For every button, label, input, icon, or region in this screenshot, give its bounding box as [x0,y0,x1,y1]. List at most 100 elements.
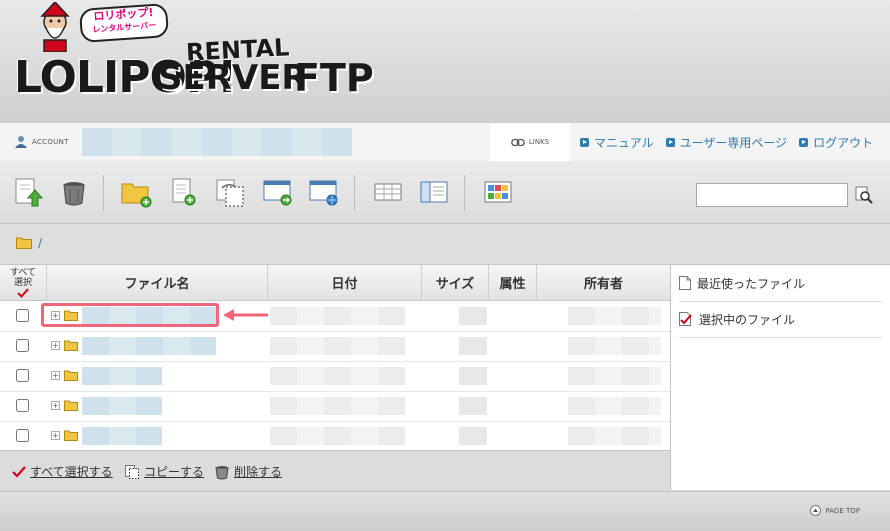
file-owner-redacted [568,397,661,415]
header: ロリポップ! レンタルサーバー LOLIPOP! RENTAL SERVER F… [0,0,890,122]
file-name-redacted[interactable] [82,397,162,415]
expand-icon[interactable]: + [51,401,60,410]
path-root-label: / [38,236,43,250]
web-view-button[interactable] [308,176,340,208]
file-date-redacted [270,397,405,415]
account-label: ACCOUNT [14,135,69,149]
link-chain-icon [511,138,525,146]
search-input[interactable] [696,183,848,207]
web-view-icon [309,180,338,206]
table-row[interactable]: + [0,361,670,392]
file-name-redacted[interactable] [82,337,216,355]
move-button[interactable] [262,176,294,208]
file-owner-redacted [568,367,661,385]
logo-badge: ロリポップ! レンタルサーバー [78,2,170,44]
row-checkbox[interactable] [16,309,29,322]
links-label: LINKS [490,123,570,161]
selected-files-label: 選択中のファイル [699,312,796,327]
new-file-icon [172,178,196,206]
column-header-owner[interactable]: 所有者 [537,265,670,300]
table-row[interactable]: + [0,391,670,422]
check-icon [17,287,29,298]
file-size-redacted [459,337,487,355]
file-name-redacted[interactable] [82,427,162,445]
side-panel: 最近使ったファイル 選択中のファイル [671,265,890,490]
delete-button[interactable] [58,176,90,208]
account-bar: ACCOUNT LINKS マニュアル ユーザー専用ページ ログアウト [0,122,890,162]
logout-link[interactable]: ログアウト [799,134,873,151]
folder-icon [64,370,78,381]
new-file-button[interactable] [168,176,200,208]
recent-files-label: 最近使ったファイル [697,276,806,291]
search-button[interactable] [854,185,874,205]
arrow-left-icon [223,309,268,321]
column-header-size[interactable]: サイズ [422,265,489,300]
column-header-attr[interactable]: 属性 [489,265,537,300]
move-icon [263,180,292,206]
folder-icon [64,340,78,351]
footer: PAGE TOP [0,491,890,531]
check-icon [12,465,26,478]
path-root-link[interactable]: / [16,236,42,250]
user-icon [15,136,27,148]
detail-view-icon [420,181,448,203]
manual-link[interactable]: マニュアル [580,134,654,151]
row-checkbox[interactable] [16,369,29,382]
checked-document-icon [679,312,692,326]
document-icon [679,276,691,290]
upload-button[interactable] [12,176,44,208]
logo-ftp: FTP [294,56,374,100]
file-size-redacted [459,367,487,385]
expand-icon[interactable]: + [51,431,60,440]
copy-button[interactable] [214,176,246,208]
selected-files-item[interactable]: 選択中のファイル [679,301,882,338]
select-all-header-line2: 選択 [13,277,32,288]
new-folder-icon [121,183,152,208]
list-view-button[interactable] [372,176,404,208]
arrow-bullet-icon [799,138,809,147]
thumbnail-view-icon [484,181,512,203]
file-date-redacted [270,427,405,445]
file-name-redacted[interactable] [82,367,162,385]
thumbnail-view-button[interactable] [482,176,514,208]
copy-label: コピーする [144,465,205,479]
column-header-name[interactable]: ファイル名 [47,265,268,300]
expand-icon[interactable]: + [51,341,60,350]
list-view-icon [374,183,402,201]
toolbar-separator [103,175,104,211]
logout-link-label: ログアウト [813,136,874,150]
recent-files-item[interactable]: 最近使ったファイル [679,265,882,302]
delete-link[interactable]: 削除する [214,463,282,480]
toolbar [0,161,890,224]
user-page-link-label: ユーザー専用ページ [679,136,788,150]
folder-icon [16,237,32,249]
up-arrow-icon [810,505,822,516]
manual-link-label: マニュアル [594,136,654,150]
expand-icon[interactable]: + [51,371,60,380]
links-label-text: LINKS [528,138,550,146]
detail-view-button[interactable] [418,176,450,208]
bulk-actions-bar: すべて選択する コピーする 削除する [0,450,670,491]
file-date-redacted [270,337,405,355]
select-all-header[interactable]: すべて 選択 [0,265,47,300]
select-all-link[interactable]: すべて選択する [12,463,113,480]
upload-icon [15,178,44,207]
user-page-link[interactable]: ユーザー専用ページ [665,134,788,151]
file-owner-redacted [568,427,661,445]
row-checkbox[interactable] [16,399,29,412]
row-checkbox[interactable] [16,339,29,352]
row-checkbox[interactable] [16,429,29,442]
file-size-redacted [459,427,487,445]
column-header-date[interactable]: 日付 [268,265,422,300]
search-icon [855,186,873,204]
highlight-box [41,303,219,327]
new-folder-button[interactable] [120,176,152,208]
account-label-text: ACCOUNT [32,138,69,146]
table-row[interactable]: + [0,331,670,362]
toolbar-separator [354,175,355,211]
table-row[interactable]: + [0,421,670,452]
page-top-label: PAGE TOP [825,506,860,515]
select-all-label: すべて選択する [30,465,113,479]
page-top-link[interactable]: PAGE TOP [810,505,860,516]
copy-link[interactable]: コピーする [124,463,204,480]
